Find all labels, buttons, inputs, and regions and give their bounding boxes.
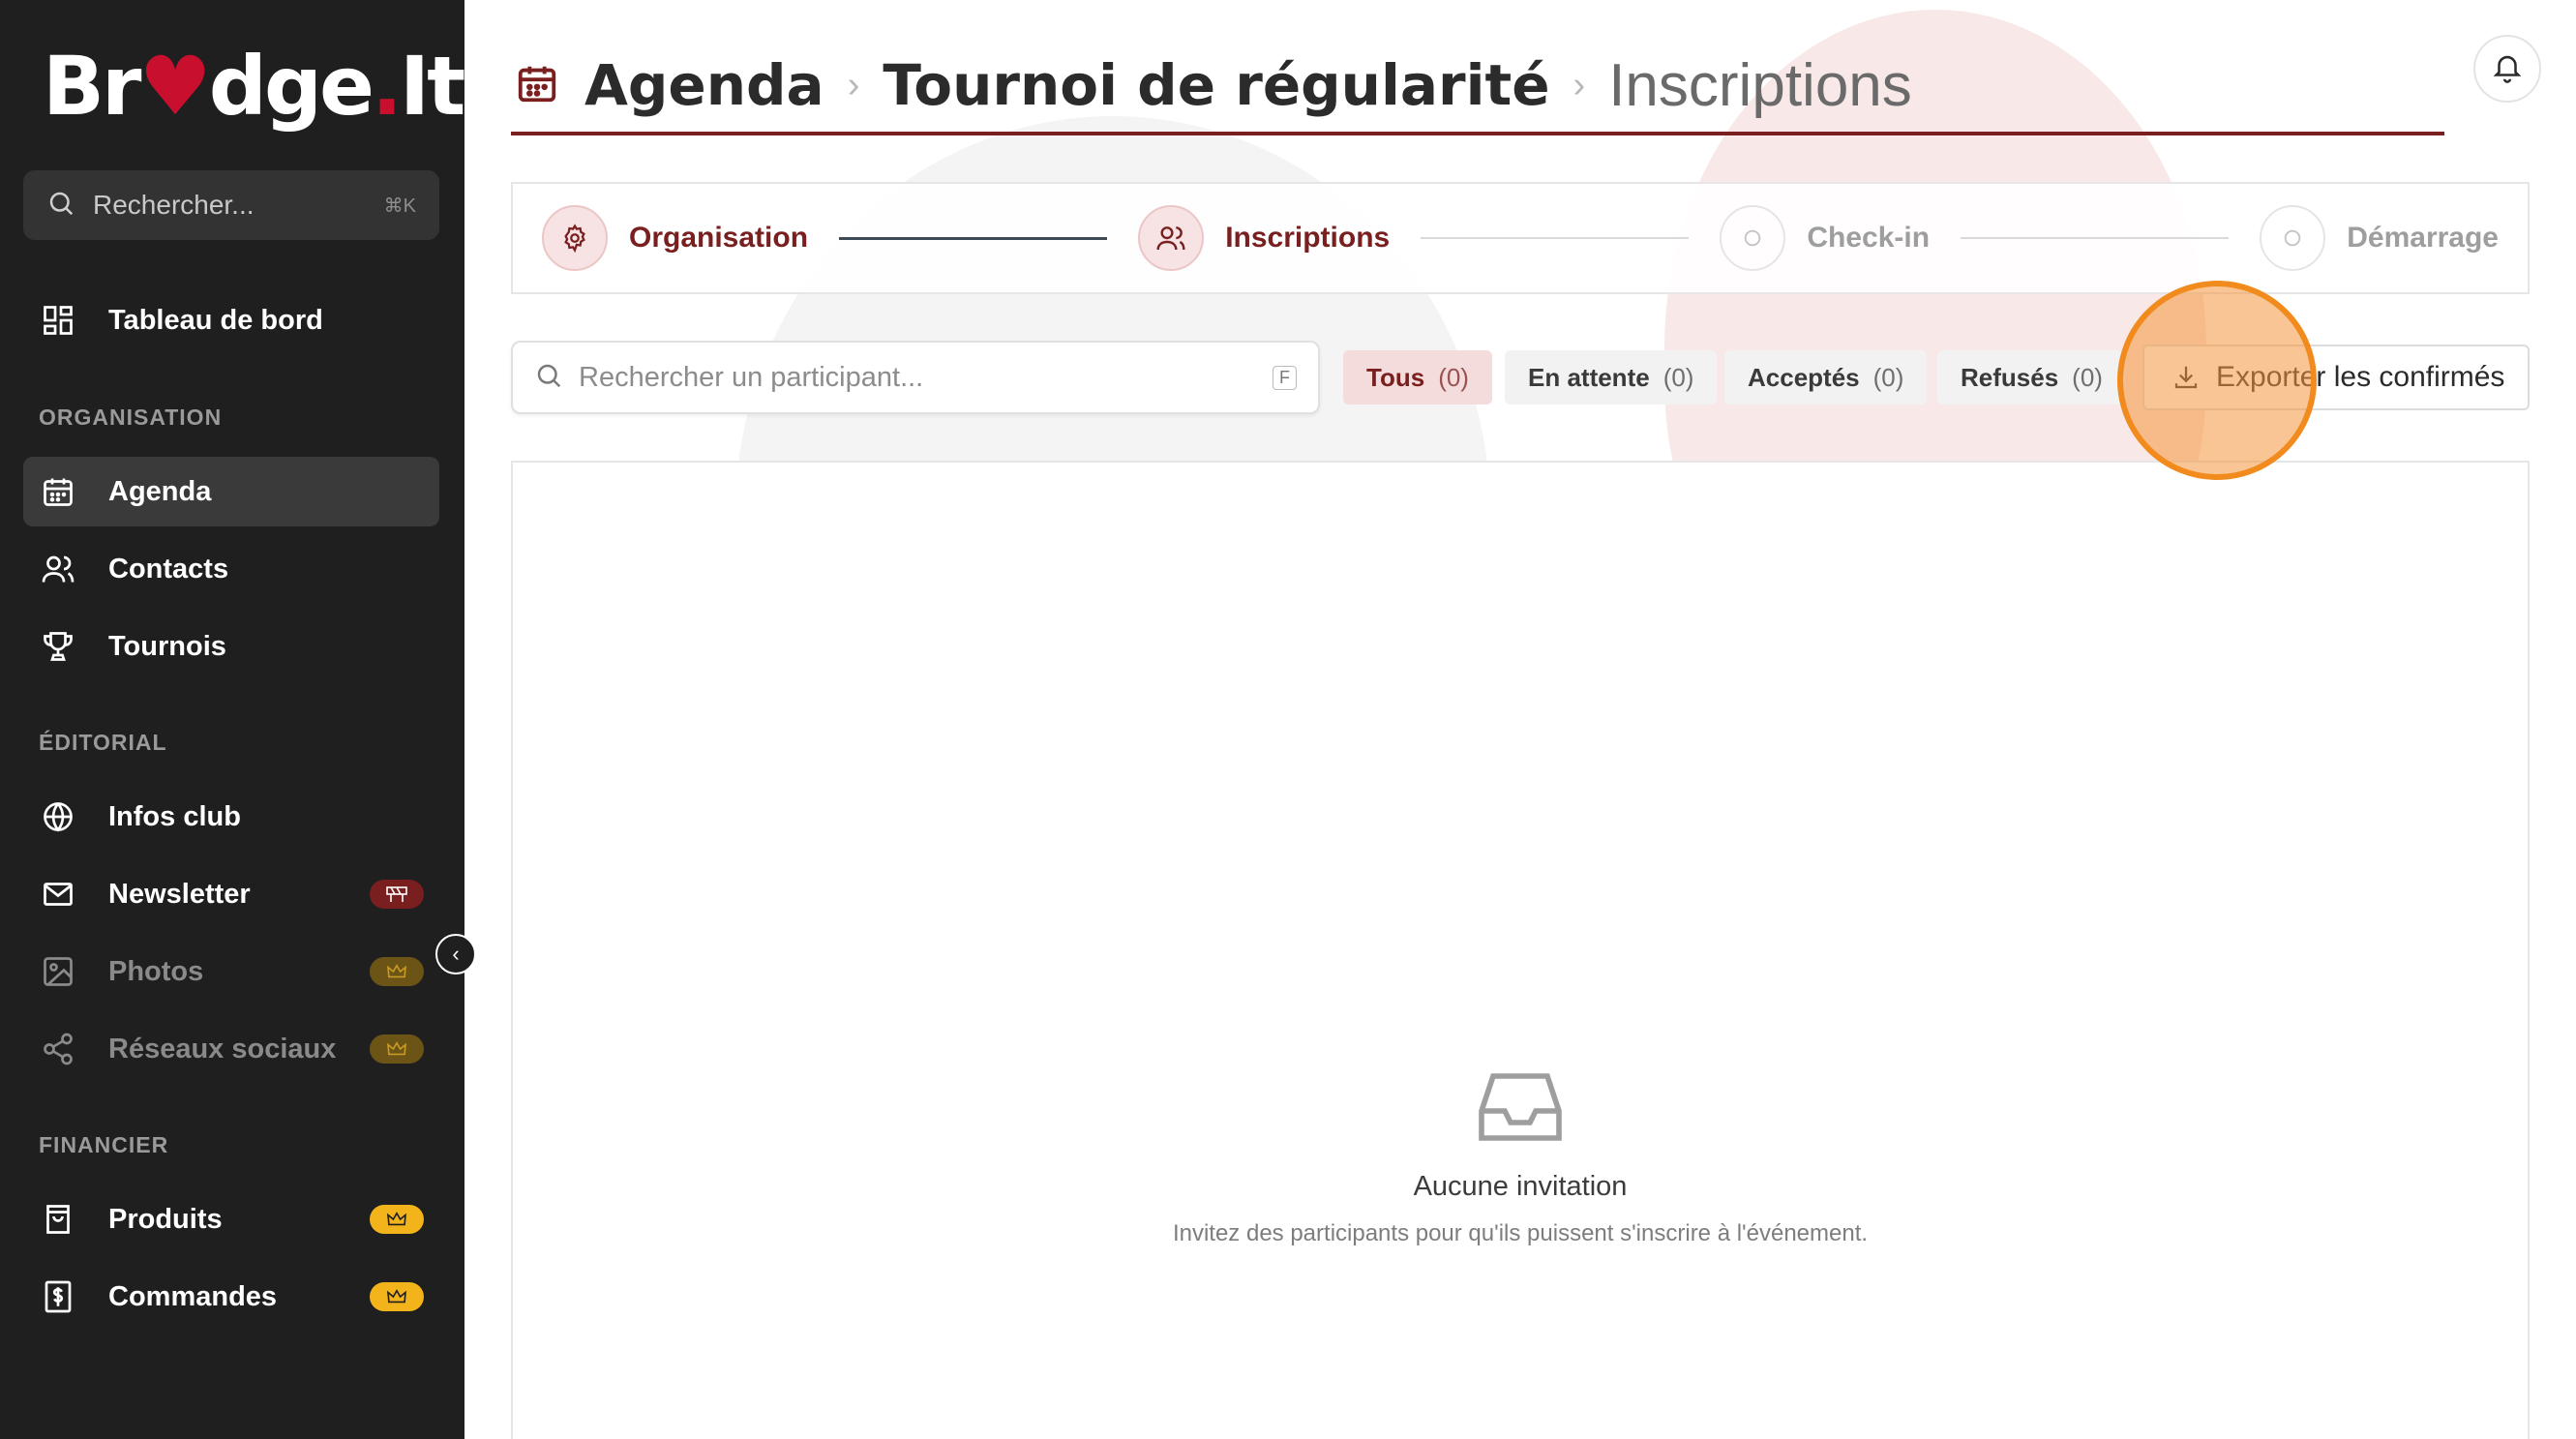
circle-icon — [1720, 205, 1786, 271]
step-label: Démarrage — [2347, 222, 2499, 254]
filter-all[interactable]: Tous (0) — [1343, 350, 1492, 405]
sidebar-item-label: Newsletter — [108, 878, 251, 910]
shortcut-hint: ⌘K — [383, 195, 416, 217]
page-title: Inscriptions — [1608, 51, 1912, 119]
globe-icon — [39, 797, 77, 836]
sidebar-item-label: Tableau de bord — [108, 304, 323, 336]
construction-badge — [370, 880, 424, 909]
sidebar-item-photos[interactable]: Photos — [23, 937, 439, 1006]
participant-search-input[interactable]: Rechercher un participant... F — [511, 341, 1320, 414]
sidebar-item-label: Infos club — [108, 800, 241, 832]
dashboard-icon — [39, 301, 77, 340]
filter-count: (0) — [1662, 362, 1694, 392]
calendar-icon — [39, 472, 77, 511]
sidebar-item-label: Commandes — [108, 1280, 278, 1312]
filter-label: Tous — [1366, 362, 1425, 392]
step-organisation[interactable]: Organisation — [542, 205, 808, 271]
sidebar-item-agenda[interactable]: Agenda — [23, 457, 439, 526]
inbox-icon — [513, 1068, 2528, 1146]
section-label-editorial: ÉDITORIAL — [39, 730, 167, 755]
sidebar-item-produits[interactable]: Produits — [23, 1184, 439, 1254]
sidebar-item-dashboard[interactable]: Tableau de bord — [23, 285, 439, 355]
sidebar-search[interactable]: Rechercher... ⌘K — [23, 170, 439, 240]
sidebar-item-label: Réseaux sociaux — [108, 1033, 337, 1064]
step-label: Organisation — [629, 222, 809, 254]
section-label-organisation: ORGANISATION — [39, 405, 223, 430]
step-connector — [839, 236, 1108, 240]
step-inscriptions[interactable]: Inscriptions — [1138, 205, 1390, 271]
chevron-left-icon: ‹ — [452, 942, 460, 966]
sidebar-item-label: Photos — [108, 955, 204, 987]
shortcut-hint: F — [1273, 365, 1297, 390]
crown-badge — [370, 957, 424, 986]
breadcrumb: Agenda › Tournoi de régularité › Inscrip… — [511, 39, 2444, 135]
sidebar-search-placeholder: Rechercher... — [93, 190, 255, 220]
step-check-in[interactable]: Check-in — [1720, 205, 1930, 271]
sidebar-item-commandes[interactable]: Commandes — [23, 1262, 439, 1332]
step-label: Inscriptions — [1225, 222, 1391, 254]
filter-count: (0) — [1872, 362, 1904, 392]
search-placeholder: Rechercher un participant... — [579, 361, 924, 393]
section-label-financial: FINANCIER — [39, 1132, 169, 1157]
breadcrumb-separator: › — [847, 64, 860, 105]
sidebar-item-label: Agenda — [108, 475, 212, 507]
filter-pending[interactable]: En attente (0) — [1505, 350, 1718, 405]
progress-stepper: Organisation Inscriptions Check-in Démar… — [511, 182, 2530, 294]
empty-state: Aucune invitation Invitez des participan… — [513, 1068, 2528, 1247]
sidebar-item-contacts[interactable]: Contacts — [23, 534, 439, 604]
sidebar-item-label: Contacts — [108, 553, 229, 585]
filter-accepted[interactable]: Acceptés (0) — [1724, 350, 1928, 405]
filter-count: (0) — [1438, 362, 1469, 392]
click-highlight-marker — [2117, 281, 2317, 480]
shopping-bag-icon — [39, 1200, 77, 1239]
step-demarrage[interactable]: Démarrage — [2260, 205, 2499, 271]
calendar-icon — [515, 61, 559, 110]
users-icon — [1138, 205, 1205, 271]
search-icon — [534, 361, 563, 395]
sidebar-item-reseaux[interactable]: Réseaux sociaux — [23, 1014, 439, 1084]
empty-state-title: Aucune invitation — [1413, 1171, 1628, 1202]
crown-badge — [370, 1205, 424, 1234]
brand-logo[interactable]: Br♥dge.It — [43, 39, 465, 134]
filter-label: Acceptés — [1748, 362, 1860, 392]
share-icon — [39, 1030, 77, 1068]
sidebar: Br♥dge.It Rechercher... ⌘K Tableau de bo… — [0, 0, 465, 1439]
sidebar-item-label: Tournois — [108, 630, 226, 662]
filter-count: (0) — [2072, 362, 2103, 392]
sidebar-item-newsletter[interactable]: Newsletter — [23, 859, 439, 929]
sidebar-item-label: Produits — [108, 1203, 223, 1235]
collapse-sidebar-button[interactable]: ‹ — [435, 934, 476, 974]
users-icon — [39, 550, 77, 588]
bell-icon — [2491, 50, 2524, 88]
step-connector — [1421, 237, 1690, 239]
search-icon — [46, 189, 75, 223]
sidebar-item-tournois[interactable]: Tournois — [23, 612, 439, 681]
crown-badge — [370, 1282, 424, 1311]
filter-label: En attente — [1528, 362, 1650, 392]
gear-icon — [542, 205, 608, 271]
image-icon — [39, 952, 77, 991]
participants-panel: Aucune invitation Invitez des participan… — [511, 461, 2530, 1439]
step-label: Check-in — [1807, 222, 1931, 254]
sidebar-item-infos-club[interactable]: Infos club — [23, 782, 439, 852]
empty-state-description: Invitez des participants pour qu'ils pui… — [1172, 1220, 1869, 1246]
filter-label: Refusés — [1961, 362, 2059, 392]
mail-icon — [39, 875, 77, 914]
crown-badge — [370, 1034, 424, 1064]
step-connector — [1961, 237, 2230, 239]
breadcrumb-separator: › — [1573, 64, 1586, 105]
breadcrumb-agenda[interactable]: Agenda — [584, 52, 824, 118]
receipt-icon — [39, 1277, 77, 1316]
circle-icon — [2260, 205, 2326, 271]
filter-refused[interactable]: Refusés (0) — [1937, 350, 2126, 405]
breadcrumb-tournament[interactable]: Tournoi de régularité — [883, 52, 1549, 118]
trophy-icon — [39, 627, 77, 666]
notifications-button[interactable] — [2473, 35, 2541, 103]
